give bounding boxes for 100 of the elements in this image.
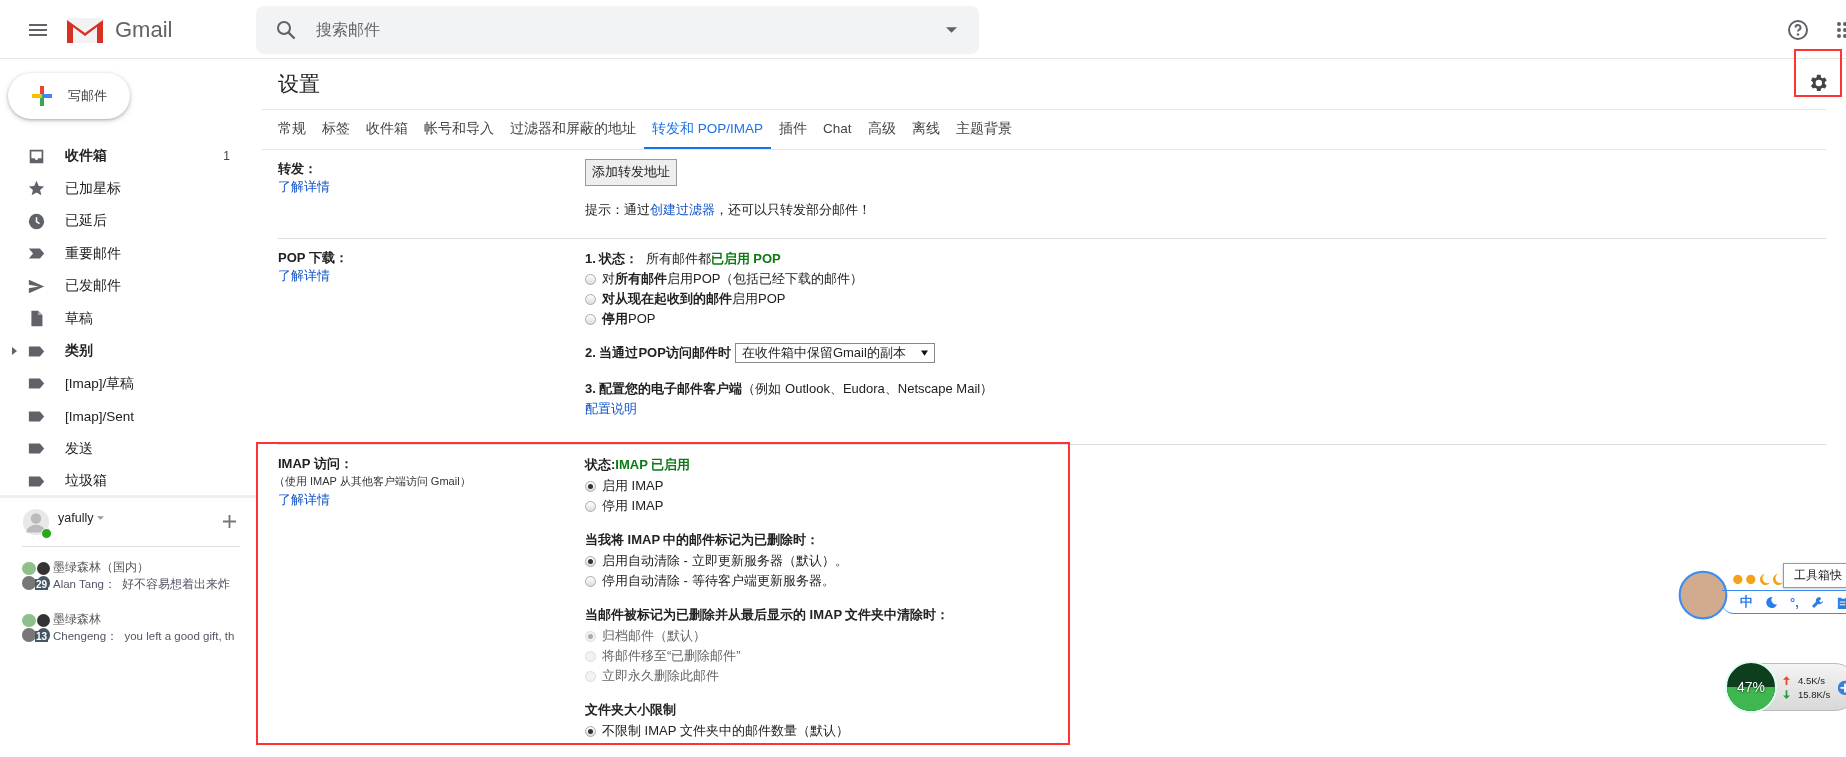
compose-button[interactable]: 写邮件 (8, 73, 130, 119)
option-label: 立即永久删除此邮件 (602, 667, 719, 685)
settings-tab[interactable]: 插件 (771, 110, 816, 149)
radio-button[interactable] (585, 500, 596, 512)
option-label: 停用POP (602, 310, 656, 328)
sidebar-item[interactable]: 已加星标 (0, 172, 256, 205)
option-label: 停用 IMAP (602, 497, 664, 515)
sidebar-item[interactable]: 重要邮件 (0, 237, 256, 270)
sidebar-item[interactable]: 垃圾箱 (0, 465, 256, 498)
mascot-avatar-icon[interactable] (1678, 570, 1728, 620)
sidebar-item[interactable]: [Imap]/草稿 (0, 367, 256, 400)
conversation-title: 墨绿森林 (53, 611, 102, 627)
radio-option[interactable]: 停用自动清除 - 等待客户端更新服务器。 (585, 571, 950, 591)
user-name[interactable]: yafully (58, 510, 94, 525)
sidebar-item[interactable]: 类别 (0, 335, 256, 368)
option-label: 不限制 IMAP 文件夹中的邮件数量（默认） (602, 722, 849, 740)
settings-tab[interactable]: Chat (815, 110, 860, 149)
hint-text: ，还可以只转发部分邮件！ (715, 202, 871, 217)
section-label: POP 下载： (278, 249, 349, 266)
step-label: 1. 状态： (585, 250, 639, 268)
clipboard-icon[interactable] (1835, 595, 1846, 609)
toolbar-button[interactable]: 中 (1740, 593, 1753, 611)
sidebar-item[interactable]: 收件箱 1 (0, 140, 256, 173)
download-arrow-icon (1783, 689, 1790, 699)
radio-button[interactable] (585, 725, 596, 737)
radio-button[interactable] (585, 313, 596, 325)
document-icon (28, 310, 45, 328)
sidebar-item[interactable]: 发送 (0, 432, 256, 465)
member-count: 29 (35, 578, 49, 590)
wrench-icon[interactable] (1810, 595, 1824, 609)
star-icon (28, 180, 45, 198)
sidebar-item[interactable]: 草稿 (0, 302, 256, 335)
step-label: 2. 当通过POP访问邮件时 (585, 344, 731, 362)
group-heading: 当邮件被标记为已删除并从最后显示的 IMAP 文件夹中清除时： (585, 606, 950, 624)
status-value: IMAP 已启用 (615, 456, 691, 474)
inbox-icon (28, 147, 45, 165)
radio-button[interactable] (585, 273, 596, 285)
status-text: 所有邮件都 (645, 250, 711, 268)
settings-tab[interactable]: 离线 (903, 110, 948, 149)
settings-tab[interactable]: 标签 (314, 110, 358, 149)
envelope-logo-icon (65, 15, 105, 45)
app-name: Gmail (115, 17, 173, 43)
radio-option[interactable]: 启用自动清除 - 立即更新服务器（默认）。 (585, 551, 950, 571)
learn-more-link[interactable]: 了解详情 (278, 177, 585, 196)
learn-more-link[interactable]: 了解详情 (278, 266, 585, 285)
sidebar-item[interactable]: 已延后 (0, 205, 256, 238)
chat-conversation[interactable]: 29 墨绿森林（国内） Alan Tang： 好不容易想着出来炸 (22, 552, 240, 599)
settings-tab[interactable]: 收件箱 (358, 110, 416, 149)
option-label: 归档邮件（默认） (602, 627, 706, 645)
setup-instructions-link[interactable]: 配置说明 (585, 399, 994, 418)
group-heading: 文件夹大小限制 (585, 701, 676, 719)
unread-count: 1 (223, 149, 230, 164)
create-filter-link[interactable]: 创建过滤器 (650, 202, 715, 217)
send-icon (28, 277, 45, 295)
radio-option[interactable]: 停用 IMAP (585, 496, 950, 516)
radio-button[interactable] (585, 293, 596, 305)
caret-icon (920, 350, 928, 356)
settings-tab[interactable]: 帐号和导入 (416, 110, 502, 149)
conversation-preview: Alan Tang： 好不容易想着出来炸 (53, 576, 232, 592)
caret-icon[interactable] (97, 515, 105, 520)
option-label: 停用自动清除 - 等待客户端更新服务器。 (602, 572, 835, 590)
plus-icon (30, 84, 54, 108)
sidebar-item[interactable]: [Imap]/Sent (0, 400, 256, 433)
dropdown[interactable]: 在收件箱中保留Gmail的副本 (734, 343, 935, 363)
conversation-title: 墨绿森林（国内） (53, 559, 150, 575)
expand-arrow-icon[interactable] (12, 347, 18, 356)
sidebar-item[interactable]: 已发邮件 (0, 270, 256, 303)
download-speed: 15.8K/s (1798, 688, 1831, 700)
step-note: （例如 Outlook、Eudora、Netscape Mail） (742, 380, 994, 398)
add-forwarding-address-button[interactable]: 添加转发地址 (585, 159, 677, 186)
radio-option[interactable]: 启用 IMAP (585, 476, 950, 496)
conversation-preview: Chengeng： you left a good gift, th (53, 628, 235, 644)
upload-speed: 4.5K/s (1798, 674, 1825, 686)
group-heading: 状态: (585, 456, 616, 474)
search-input[interactable]: 搜索邮件 (314, 20, 946, 40)
settings-tab[interactable]: 高级 (859, 110, 904, 149)
option-label: 对从现在起收到的邮件启用POP (602, 290, 786, 308)
moon-icon[interactable] (1765, 595, 1778, 609)
settings-tab[interactable]: 转发和 POP/IMAP (644, 110, 772, 149)
chat-conversation[interactable]: 13 墨绿森林 Chengeng： you left a good gift, th (22, 604, 240, 651)
page-title: 设置 (278, 71, 320, 97)
upload-arrow-icon (1783, 675, 1790, 685)
radio-option[interactable]: 不限制 IMAP 文件夹中的邮件数量（默认） (585, 721, 950, 741)
learn-more-link[interactable]: 了解详情 (278, 490, 585, 509)
settings-tab[interactable]: 主题背景 (947, 110, 1020, 149)
tooltip: 工具箱快 (1783, 563, 1846, 588)
caret-icon[interactable] (946, 27, 957, 33)
option-label: 对所有邮件启用POP（包括已经下载的邮件） (602, 270, 864, 288)
settings-tab[interactable]: 常规 (270, 110, 314, 149)
hint-text: 提示：通过 (585, 202, 650, 217)
help-icon[interactable] (1786, 18, 1810, 42)
toolbar-button[interactable]: °, (1790, 594, 1799, 610)
radio-button[interactable] (585, 480, 596, 492)
radio-button[interactable] (585, 575, 596, 587)
search-field[interactable]: 搜索邮件 (256, 6, 979, 54)
section-note: （使用 IMAP 从其他客户端访问 Gmail） (274, 474, 472, 489)
add-icon[interactable] (223, 515, 236, 528)
settings-tab[interactable]: 过滤器和屏蔽的地址 (502, 110, 644, 149)
radio-button[interactable] (585, 555, 596, 567)
clock-icon (28, 212, 45, 230)
